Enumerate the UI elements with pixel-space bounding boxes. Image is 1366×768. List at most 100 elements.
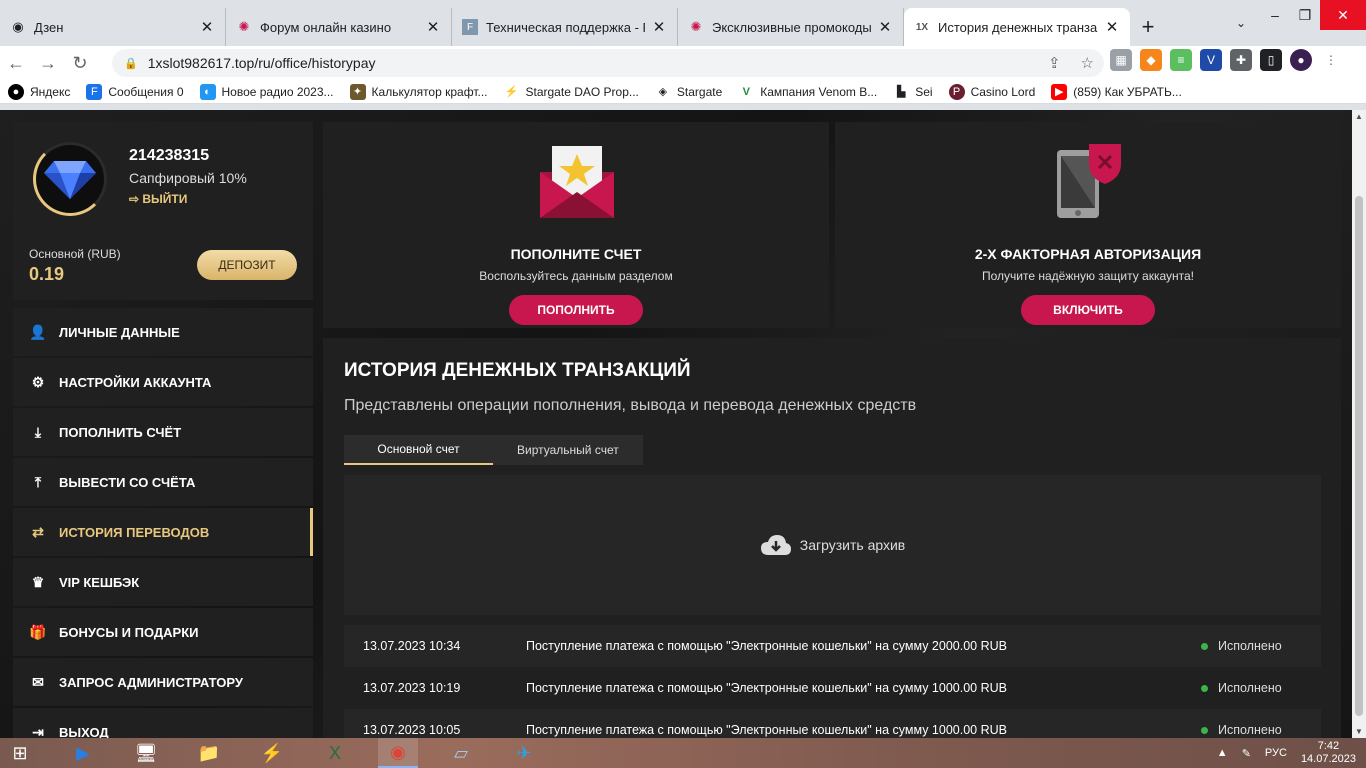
pen-icon[interactable]: ✎ — [1242, 747, 1251, 760]
metamask-icon[interactable]: ◆ — [1140, 49, 1162, 71]
tray-arrow-icon[interactable]: ▲ — [1217, 747, 1228, 759]
puzzle-icon[interactable]: ✚ — [1230, 49, 1252, 71]
bookmark[interactable]: V Кампания Venom B... — [738, 84, 878, 100]
close-icon[interactable]: ✕ — [877, 18, 893, 36]
row-description: Поступление платежа с помощью "Электронн… — [526, 723, 1007, 737]
address-bar[interactable]: 🔒 1xslot982617.top/ru/office/historypay … — [112, 49, 1104, 77]
bookmark[interactable]: ● Яндекс — [8, 83, 70, 100]
gears-icon: ⚙ — [31, 373, 45, 390]
table-row: 13.07.2023 10:19 Поступление платежа с п… — [344, 667, 1321, 709]
account-menu: 👤 ЛИЧНЫЕ ДАННЫЕ ⚙ НАСТРОЙКИ АККАУНТА ⤓ ПОПО… — [13, 308, 313, 738]
close-icon[interactable]: ✕ — [1104, 18, 1120, 36]
scroll-up-icon[interactable]: ▲ — [1352, 112, 1366, 121]
close-icon[interactable]: ✕ — [199, 18, 215, 36]
excel-icon[interactable]: X — [315, 738, 355, 768]
browser-tab[interactable]: F Техническая поддержка - Flat ✕ — [452, 8, 678, 46]
scrollbar-thumb[interactable] — [1355, 196, 1363, 716]
new-tab-button[interactable]: + — [1130, 8, 1166, 46]
bookmark[interactable]: P Casino Lord — [948, 83, 1035, 100]
menu-item-personal[interactable]: 👤 ЛИЧНЫЕ ДАННЫЕ — [13, 308, 313, 356]
reload-icon[interactable]: ↻ — [64, 53, 96, 74]
browser-tab[interactable]: ✺ Форум онлайн казино ✕ — [226, 8, 452, 46]
bookmark[interactable]: ⚡ Stargate DAO Prop... — [504, 84, 639, 100]
menu-item-history[interactable]: ⇄ ИСТОРИЯ ПЕРЕВОДОВ — [13, 508, 313, 556]
minimize-icon[interactable]: – — [1260, 0, 1290, 30]
menu-item-bonuses[interactable]: 🎁 БОНУСЫ И ПОДАРКИ — [13, 608, 313, 656]
chevron-down-icon[interactable]: ⌄ — [1236, 16, 1246, 30]
calculator-icon: ✦ — [349, 83, 366, 100]
enable-2fa-button[interactable]: ВКЛЮЧИТЬ — [1021, 295, 1155, 325]
notes-icon[interactable]: ▱ — [441, 738, 481, 768]
sidebar-icon[interactable]: ▯ — [1260, 49, 1282, 71]
window-controls: – ❐ ✕ — [1260, 0, 1366, 32]
bookmark[interactable]: ◐ Новое радио 2023... — [199, 83, 334, 100]
casino-lord-icon: P — [948, 83, 965, 100]
kebab-menu-icon[interactable]: ⋮ — [1320, 49, 1342, 71]
download-archive-button[interactable]: Загрузить архив — [344, 475, 1321, 615]
computer-icon[interactable]: 🖥 — [126, 738, 166, 768]
menu-item-deposit[interactable]: ⤓ ПОПОЛНИТЬ СЧЁТ — [13, 408, 313, 456]
window-close-icon[interactable]: ✕ — [1320, 0, 1366, 30]
windows-start-icon[interactable]: ⊞ — [0, 738, 40, 768]
close-icon[interactable]: ✕ — [651, 18, 667, 36]
exit-icon: ⇥ — [32, 723, 44, 739]
page-title: ИСТОРИЯ ДЕНЕЖНЫХ ТРАНЗАКЦИЙ — [344, 360, 691, 381]
menu-item-exit[interactable]: ⇥ ВЫХОД — [13, 708, 313, 738]
bookmark-label: Кампания Venom B... — [760, 84, 878, 99]
bookmark[interactable]: ▶ (859) Как УБРАТЬ... — [1051, 83, 1182, 100]
lightning-icon: ⚡ — [504, 86, 519, 98]
clock[interactable]: 7:42 14.07.2023 — [1301, 740, 1356, 766]
status-label: Исполнено — [1218, 639, 1282, 653]
chrome-icon[interactable]: ◉ — [378, 738, 418, 768]
scroll-down-icon[interactable]: ▼ — [1352, 727, 1366, 736]
telegram-icon[interactable]: ✈ — [504, 738, 544, 768]
deposit-card-subtitle: Воспользуйтесь данным разделом — [479, 269, 673, 283]
back-icon[interactable]: ← — [0, 53, 32, 74]
share-icon[interactable]: ⇪ — [1048, 54, 1061, 72]
language-indicator[interactable]: РУС — [1265, 747, 1287, 759]
bookmark-label: Сообщения 0 — [108, 84, 184, 99]
avatar[interactable]: ● — [1290, 49, 1312, 71]
tab-virtual-account[interactable]: Виртуальный счет — [493, 435, 643, 465]
menu-label: ИСТОРИЯ ПЕРЕВОДОВ — [59, 524, 210, 540]
bookmark[interactable]: F Сообщения 0 — [86, 83, 184, 100]
browser-tab[interactable]: ◉ Дзен ✕ — [0, 8, 226, 46]
bookmark[interactable]: ✦ Калькулятор крафт... — [349, 83, 488, 100]
logout-link[interactable]: ⇨ ВЫЙТИ — [129, 192, 187, 206]
v-extension-icon[interactable]: V — [1200, 49, 1222, 71]
phone-shield-icon — [1057, 144, 1121, 218]
browser-tab-active[interactable]: 1X История денежных транзакций ✕ — [904, 8, 1130, 46]
row-description: Поступление платежа с помощью "Электронн… — [526, 639, 1007, 653]
tab-main-account[interactable]: Основной счет — [344, 435, 493, 465]
extension-icon[interactable]: ▦ — [1110, 49, 1132, 71]
venom-icon: V — [742, 85, 750, 98]
menu-item-withdraw[interactable]: ⤒ ВЫВЕСТИ СО СЧЁТА — [13, 458, 313, 506]
menu-item-vip[interactable]: ♛ VIP КЕШБЭК — [13, 558, 313, 606]
archive-label: Загрузить архив — [799, 537, 906, 553]
page-scrollbar[interactable]: ▲ ▼ — [1352, 110, 1366, 738]
close-icon[interactable]: ✕ — [425, 18, 441, 36]
media-player-icon[interactable]: ▶ — [63, 738, 103, 768]
deposit-button[interactable]: ДЕПОЗИТ — [197, 250, 297, 280]
status-dot-icon — [1201, 684, 1208, 692]
bookmarks-bar: ● Яндекс F Сообщения 0 ◐ Новое радио 2023..… — [0, 80, 1366, 104]
star-icon[interactable]: ☆ — [1081, 54, 1094, 72]
bookmark[interactable]: ◈ Stargate — [655, 84, 723, 100]
row-date: 13.07.2023 10:05 — [363, 723, 461, 737]
stack-icon[interactable]: ≡ — [1170, 49, 1192, 71]
topup-button[interactable]: ПОПОЛНИТЬ — [509, 295, 643, 325]
1x-icon: 1X — [915, 21, 929, 33]
account-id: 214238315 — [129, 147, 210, 164]
restore-icon[interactable]: ❐ — [1290, 0, 1320, 30]
deposit-card-title: ПОПОЛНИТЕ СЧЕТ — [510, 246, 642, 262]
menu-item-admin[interactable]: ✉ ЗАПРОС АДМИНИСТРАТОРУ — [13, 658, 313, 706]
browser-tab[interactable]: ✺ Эксклюзивные промокоды на ✕ — [678, 8, 904, 46]
bookmark[interactable]: ▙ Sei — [893, 84, 933, 100]
menu-item-settings[interactable]: ⚙ НАСТРОЙКИ АККАУНТА — [13, 358, 313, 406]
status-dot-icon — [1201, 642, 1208, 650]
explorer-icon[interactable]: 📁 — [189, 738, 229, 768]
lightning-app-icon[interactable]: ⚡ — [252, 738, 292, 768]
forward-icon[interactable]: → — [32, 53, 64, 74]
row-date: 13.07.2023 10:19 — [363, 681, 461, 695]
status-label: Исполнено — [1218, 681, 1282, 695]
